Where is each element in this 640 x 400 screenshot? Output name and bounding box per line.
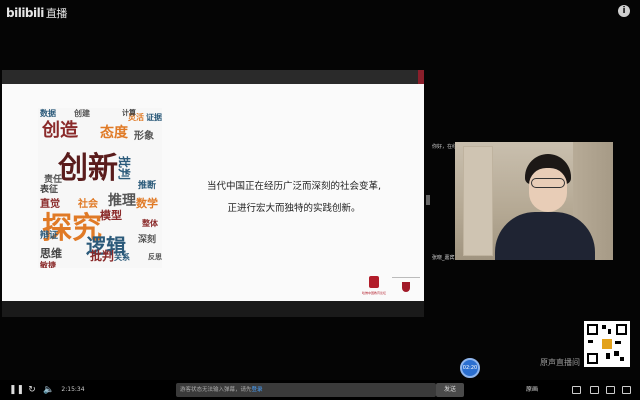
logo-text: bilibili (6, 6, 44, 20)
word-cloud-word: 数学 (136, 197, 158, 210)
bilibili-logo[interactable]: bilibili 直播 (6, 5, 67, 21)
speaker-glasses (531, 178, 565, 188)
word-cloud-word: 推理 (108, 193, 136, 209)
word-cloud-word: 思维 (40, 247, 62, 260)
live-label: 直播 (45, 7, 68, 20)
word-cloud-word: 直觉 (40, 199, 60, 210)
word-cloud-word: 计算 (122, 109, 136, 117)
gift-icon[interactable] (590, 386, 599, 394)
qr-code (584, 321, 630, 367)
word-cloud-word: 辩证 (40, 231, 59, 241)
word-cloud-word: 敏捷 (40, 261, 56, 269)
word-cloud-word: 证据 (146, 113, 162, 122)
slide-header-bar (2, 70, 424, 100)
word-cloud-word: 反思 (148, 253, 162, 261)
pause-button[interactable]: ❚❚ (9, 384, 24, 396)
forum-logo-mark-icon (369, 276, 379, 288)
elapsed-time: 2:15:34 (61, 386, 85, 393)
word-cloud-word: 模型 (100, 209, 122, 222)
word-cloud-word: 批判 (90, 249, 115, 263)
speaker-camera (455, 142, 613, 260)
logo-divider (392, 277, 420, 278)
slide-content: 创新 探究 创造 逻辑 推理 态度 批判 思维 模型 形象 批判 数学 直觉 社会 责任 证据 表征 辩证 敏捷 深刻… (2, 84, 424, 301)
forum-logo: 哈佛中国教育论坛 (362, 276, 386, 302)
word-cloud-word: 态度 (100, 125, 128, 141)
qr-logo-icon (601, 338, 613, 350)
word-cloud: 创新 探究 创造 逻辑 推理 态度 批判 思维 模型 形象 批判 数学 直觉 社会 责任 证据 表征 辩证 敏捷 深刻… (38, 108, 162, 268)
side-handle[interactable] (426, 195, 430, 205)
word-cloud-word: 创新 (58, 151, 118, 186)
widescreen-icon[interactable] (606, 386, 615, 394)
word-cloud-word: 社会 (78, 199, 98, 210)
pip-icon[interactable] (572, 386, 581, 394)
university-logo (392, 276, 420, 302)
word-cloud-word: 推断 (138, 181, 157, 191)
watermark: 原声直播间 (540, 358, 580, 367)
speaker-name: 张晓_嘉宾 (432, 255, 455, 261)
live-player: bilibili 直播 i 创新 探究 创造 逻辑 推理 态度 批判 思维 模型 形象 批判 数学 直觉社… (0, 0, 640, 400)
top-bar: bilibili 直播 i (0, 0, 640, 26)
send-button[interactable]: 发送 (436, 383, 464, 397)
shield-icon (402, 282, 410, 292)
word-cloud-word: 责任 (44, 175, 63, 185)
quality-selector[interactable]: 原画 (524, 384, 540, 396)
word-cloud-word: 创造 (42, 120, 78, 141)
word-cloud-word: 关系 (114, 253, 130, 262)
presentation-slide: 创新 探究 创造 逻辑 推理 态度 批判 思维 模型 形象 批判 数学 直觉 社会 责任 证据 表征 辩证 敏捷 深刻… (2, 70, 424, 317)
word-cloud-word: 表征 (40, 185, 59, 195)
slide-line-1: 当代中国正在经历广泛而深刻的社会变革, (206, 181, 382, 192)
forum-logo-caption: 哈佛中国教育论坛 (362, 291, 387, 295)
floating-timer-button[interactable]: 02:20 (460, 358, 480, 378)
qr-finder-tr (616, 324, 627, 335)
background-door (463, 146, 493, 256)
login-link[interactable]: 登录 (252, 387, 263, 393)
slide-text: 当代中国正在经历广泛而深刻的社会变革, 正进行宏大而独特的实践创新。 (174, 176, 414, 220)
word-cloud-word: 形象 (134, 131, 154, 142)
refresh-icon[interactable]: ↻ (26, 384, 38, 396)
slide-line-2: 正进行宏大而独特的实践创新。 (227, 203, 361, 214)
speaker-face (529, 168, 567, 212)
qr-finder-tl (587, 324, 598, 335)
volume-icon[interactable]: 🔈 (43, 384, 55, 396)
word-cloud-word: 数据 (40, 109, 56, 118)
word-cloud-word: 批判 (117, 156, 131, 181)
info-icon[interactable]: i (618, 5, 630, 17)
qr-finder-bl (587, 353, 598, 364)
danmaku-placeholder: 游客状态无法输入弹幕，请先 (180, 387, 252, 393)
word-cloud-word: 深刻 (138, 235, 157, 245)
danmaku-input[interactable]: 游客状态无法输入弹幕，请先登录 (176, 383, 436, 397)
word-cloud-word: 创建 (74, 109, 90, 118)
fullscreen-icon[interactable] (622, 386, 631, 394)
word-cloud-word: 整体 (142, 219, 158, 228)
